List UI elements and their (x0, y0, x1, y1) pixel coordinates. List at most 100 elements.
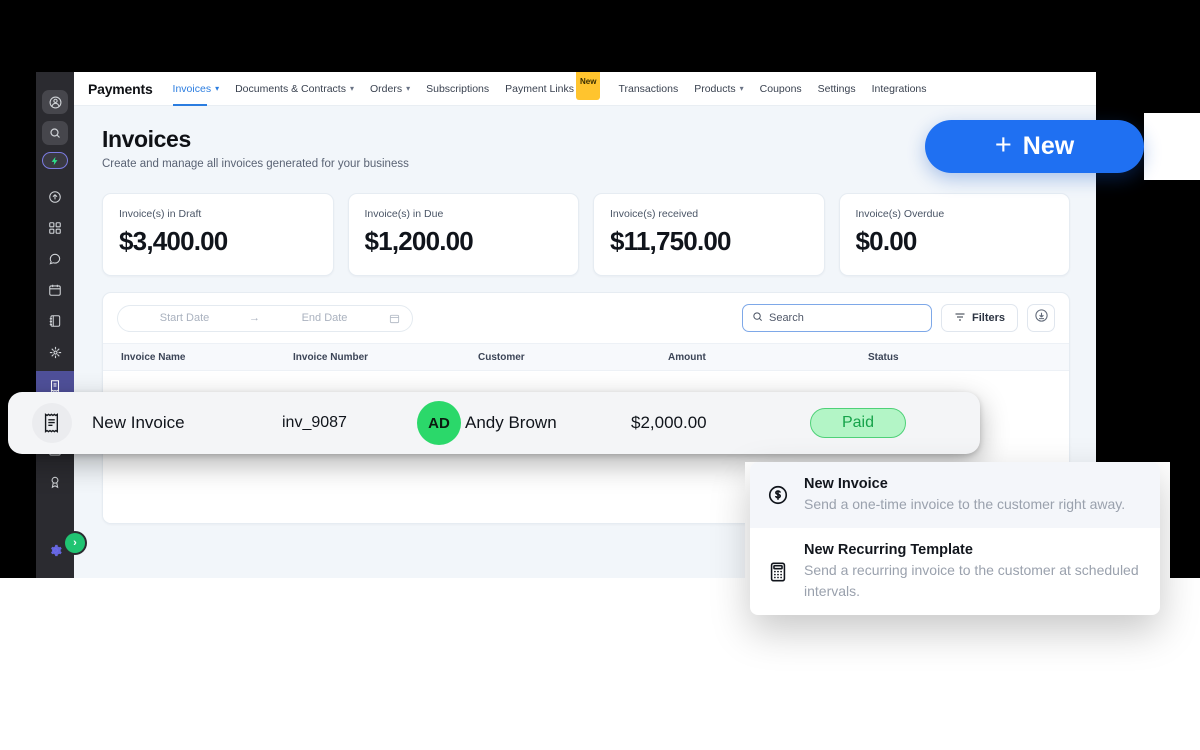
nodes-icon (48, 345, 63, 360)
user-circle-icon (49, 96, 62, 109)
chevron-down-icon: ▾ (406, 83, 411, 93)
nav-item-label: Coupons (759, 82, 802, 95)
award-ribbon-icon (48, 475, 62, 489)
stat-card-overdue: Invoice(s) Overdue $0.00 (838, 193, 1070, 276)
sidebar-item-chat[interactable] (42, 247, 68, 271)
sidebar-item-rewards[interactable] (42, 470, 68, 494)
stat-cards: Invoice(s) in Draft $3,400.00 Invoice(s)… (102, 193, 1070, 276)
table-header-row: Invoice Name Invoice Number Customer Amo… (103, 343, 1069, 371)
toolbar-actions: Search Filters (741, 304, 1055, 332)
row-customer: AD Andy Brown (417, 401, 631, 445)
arrow-up-circle-icon (48, 190, 62, 204)
left-sidebar-rail: › (36, 72, 85, 578)
filters-button[interactable]: Filters (940, 304, 1018, 332)
stat-value: $11,750.00 (610, 226, 732, 256)
sidebar-item-apps[interactable] (42, 216, 68, 240)
nav-item-label: Subscriptions (426, 82, 490, 95)
row-amount: $2,000.00 (631, 413, 707, 432)
nav-item-label: Documents & Contracts (235, 82, 346, 95)
sidebar-item-calendar[interactable] (42, 278, 68, 302)
receipt-icon (48, 379, 62, 393)
end-date-input[interactable]: End Date (270, 312, 379, 324)
stat-value: $3,400.00 (119, 226, 228, 256)
white-highlight-block (1144, 113, 1200, 180)
row-invoice-number: inv_9087 (282, 414, 347, 431)
notebook-icon (48, 314, 62, 328)
receipt-icon (32, 403, 72, 443)
stat-label: Invoice(s) Overdue (855, 208, 945, 220)
column-header-customer: Customer (478, 351, 525, 363)
nav-item-documents-contracts[interactable]: Documents & Contracts ▾ (235, 72, 354, 106)
nav-item-orders[interactable]: Orders ▾ (370, 72, 410, 106)
lightning-bolt-icon (50, 155, 60, 167)
nav-item-label: Integrations (871, 82, 927, 95)
gear-icon (48, 543, 63, 558)
stat-card-due: Invoice(s) in Due $1,200.00 (347, 193, 579, 276)
new-button[interactable]: + New (925, 120, 1144, 173)
column-header-status: Status (868, 351, 899, 363)
new-badge: New (576, 72, 601, 100)
stat-label: Invoice(s) in Due (364, 208, 444, 220)
new-button-label: New (1022, 132, 1075, 160)
start-date-input[interactable]: Start Date (130, 312, 239, 324)
nav-item-label: Transactions (618, 82, 679, 95)
nav-item-payment-links[interactable]: Payment Links New (505, 72, 602, 106)
sidebar-item-automations[interactable] (42, 340, 68, 364)
stat-value: $0.00 (855, 226, 918, 256)
chevron-down-icon: ▾ (739, 83, 744, 93)
search-icon (752, 311, 763, 325)
filters-label: Filters (971, 312, 1005, 324)
avatar: AD (417, 401, 461, 445)
plus-icon: + (994, 128, 1012, 161)
stat-card-received: Invoice(s) received $11,750.00 (593, 193, 825, 276)
download-button[interactable] (1027, 304, 1055, 332)
sidebar-item-updates[interactable] (42, 185, 68, 209)
sidebar-item-ai-assistant[interactable] (42, 152, 68, 169)
menu-item-new-recurring-template[interactable]: New Recurring Template Send a recurring … (750, 528, 1160, 615)
table-row[interactable]: New Invoice inv_9087 AD Andy Brown $2,00… (8, 392, 980, 454)
menu-item-new-invoice[interactable]: New Invoice Send a one-time invoice to t… (750, 462, 1160, 529)
nav-item-label: Payment Links (505, 82, 575, 95)
nav-item-settings[interactable]: Settings (818, 72, 856, 106)
nav-item-transactions[interactable]: Transactions (618, 72, 678, 106)
page-subtitle: Create and manage all invoices generated… (102, 158, 409, 170)
sidebar-item-notes[interactable] (42, 309, 68, 333)
nav-item-products[interactable]: Products ▾ (694, 72, 743, 106)
nav-item-invoices[interactable]: Invoices ▾ (172, 72, 220, 106)
filter-lines-icon (954, 311, 966, 326)
search-input[interactable]: Search (741, 304, 932, 332)
new-invoice-dropdown-menu: New Invoice Send a one-time invoice to t… (750, 462, 1160, 615)
nav-item-label: Settings (817, 82, 856, 95)
row-invoice-name: New Invoice (92, 413, 185, 432)
app-brand-title: Payments (88, 80, 153, 97)
nav-item-coupons[interactable]: Coupons (760, 72, 802, 106)
column-header-amount: Amount (668, 351, 706, 363)
nav-item-subscriptions[interactable]: Subscriptions (426, 72, 489, 106)
calendar-icon (389, 313, 400, 324)
grid-apps-icon (48, 221, 62, 235)
chevron-down-icon: ▾ (215, 83, 220, 93)
stat-value: $1,200.00 (364, 226, 474, 256)
chevron-down-icon: ▾ (349, 83, 354, 93)
nav-item-label: Products (694, 82, 736, 95)
column-header-invoice-number: Invoice Number (293, 351, 369, 363)
stat-card-draft: Invoice(s) in Draft $3,400.00 (102, 193, 334, 276)
status-badge: Paid (810, 408, 906, 438)
nav-item-integrations[interactable]: Integrations (872, 72, 927, 106)
date-range-picker[interactable]: Start Date → End Date (117, 304, 413, 332)
menu-item-description: Send a one-time invoice to the customer … (804, 496, 1126, 512)
column-header-invoice-name: Invoice Name (121, 351, 186, 363)
table-toolbar: Start Date → End Date Search Filters (103, 293, 1069, 343)
dollar-circle-icon (766, 484, 790, 506)
stat-label: Invoice(s) received (610, 208, 699, 220)
menu-item-title: New Recurring Template (804, 542, 973, 559)
search-icon (49, 127, 61, 139)
nav-item-label: Invoices (172, 82, 212, 95)
sidebar-item-search[interactable] (42, 121, 68, 145)
search-placeholder: Search (768, 312, 804, 324)
calculator-icon (766, 561, 790, 583)
sidebar-item-account-avatar[interactable] (42, 90, 68, 114)
chat-bubble-icon (48, 252, 62, 266)
top-navigation-bar: Payments Invoices ▾ Documents & Contract… (74, 72, 1096, 106)
menu-item-title: New Invoice (804, 476, 888, 492)
